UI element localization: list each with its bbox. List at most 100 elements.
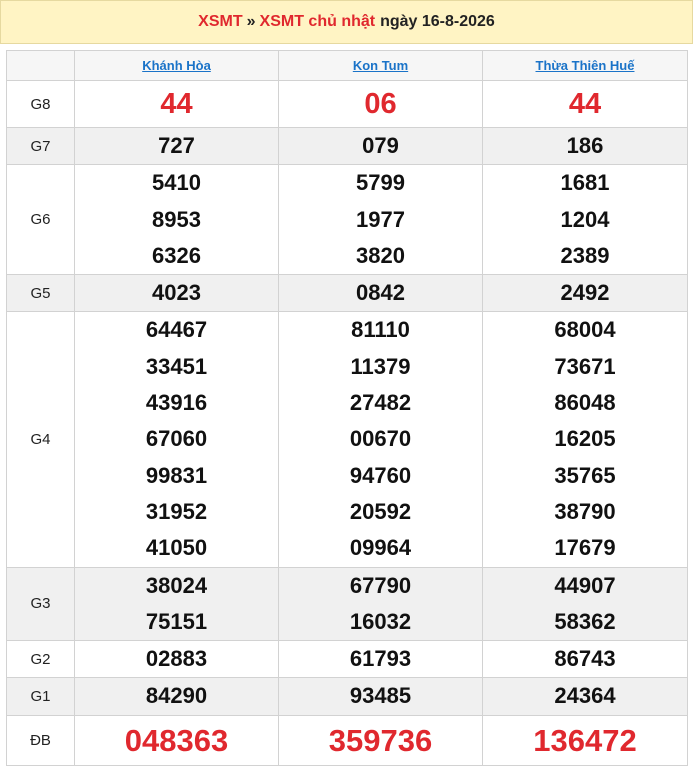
xsmt-link[interactable]: XSMT [198,13,242,31]
prize-number: 5799 [356,170,405,196]
prize-row: G7 727 079 186 [6,126,688,166]
prize-number: 43916 [145,390,208,416]
prize-row: G1 84290 93485 24364 [6,677,688,716]
prize-cell: 68004 73671 86048 16205 35765 38790 17679 [482,311,688,568]
prize-number: 3820 [356,242,405,268]
province-header: Thừa Thiên Huế [482,50,688,81]
prize-row: ĐB 048363 359736 136472 [6,714,688,766]
province-header: Kon Tum [278,50,483,81]
prize-cell: 0842 [278,274,483,313]
prize-number: 1204 [560,206,610,232]
prize-cell: 81110 11379 27482 00670 94760 20592 09964 [278,311,483,568]
prize-number: 16032 [349,608,412,634]
province-header-row: Khánh Hòa Kon Tum Thừa Thiên Huế [6,50,688,81]
prize-cell: 84290 [74,677,279,716]
prize-number: 2492 [560,280,610,306]
corner-cell [6,50,75,81]
prize-number: 06 [364,88,397,120]
prize-number: 41050 [145,535,208,561]
prize-cell: 359736 [278,714,483,766]
prize-cell: 06 [278,80,483,128]
prize-number: 44 [160,88,193,120]
prize-number: 86048 [554,390,616,416]
prize-cell: 1681 1204 2389 [482,164,688,276]
prize-row: G4 64467 33451 43916 67060 99831 31952 41050 811… [6,311,688,568]
prize-number: 31952 [145,498,208,524]
prize-number: 99831 [145,462,208,488]
prize-number: 727 [158,133,195,158]
prize-number: 93485 [349,683,412,709]
prize-label: G8 [6,80,75,128]
prize-cell: 86743 [482,640,688,679]
prize-number: 048363 [124,722,229,758]
prize-label: G7 [6,126,75,166]
prize-number: 38790 [554,498,616,524]
prize-cell: 38024 75151 [74,566,279,642]
prize-cell: 02883 [74,640,279,679]
prize-row: G2 02883 61793 86743 [6,640,688,679]
prize-number: 44907 [554,572,616,598]
prize-number: 27482 [349,390,412,416]
prize-label: ĐB [6,714,75,766]
prize-number: 1681 [560,170,610,196]
prize-number: 84290 [145,683,208,709]
draw-date: ngày 16-8-2026 [380,13,495,30]
prize-number: 8953 [152,206,201,232]
prize-number: 75151 [145,608,208,634]
prize-number: 20592 [349,498,412,524]
prize-number: 11379 [350,353,411,379]
prize-number: 24364 [554,683,616,709]
prize-cell: 079 [278,126,483,166]
prize-cell: 44 [74,80,279,128]
prize-cell: 5410 8953 6326 [74,164,279,276]
prize-cell: 67790 16032 [278,566,483,642]
prize-number: 186 [566,133,604,158]
province-link-thua-thien-hue[interactable]: Thừa Thiên Huế [536,58,635,73]
prize-label: G4 [6,311,75,568]
results-panel: XSMT » XSMT chủ nhật ngày 16-8-2026 Khán… [0,0,693,766]
prize-number: 67060 [145,426,208,452]
prize-cell: 727 [74,126,279,166]
prize-number: 86743 [554,646,616,672]
prize-number: 359736 [328,722,433,758]
prize-cell: 64467 33451 43916 67060 99831 31952 41050 [74,311,279,568]
province-link-kon-tum[interactable]: Kon Tum [353,58,408,73]
prize-cell: 048363 [74,714,279,766]
results-table: Khánh Hòa Kon Tum Thừa Thiên Huế G8 44 06 4… [6,50,688,766]
prize-number: 1977 [356,206,405,232]
prize-row: G8 44 06 44 [6,80,688,128]
province-link-khanh-hoa[interactable]: Khánh Hòa [142,58,211,73]
prize-cell: 24364 [482,677,688,716]
prize-cell: 44907 58362 [482,566,688,642]
prize-number: 68004 [554,317,616,343]
prize-number: 09964 [349,535,412,561]
prize-number: 67790 [349,572,412,598]
prize-label: G6 [6,164,75,276]
prize-number: 61793 [349,646,412,672]
prize-number: 44 [568,88,602,120]
prize-number: 0842 [356,280,405,306]
prize-number: 38024 [145,572,208,598]
prize-number: 58362 [554,608,616,634]
page-title: XSMT » XSMT chủ nhật ngày 16-8-2026 [0,0,693,44]
prize-number: 33451 [145,353,208,379]
prize-row: G3 38024 75151 67790 16032 44907 58362 [6,566,688,642]
prize-cell: 44 [482,80,688,128]
prize-number: 079 [362,133,399,158]
prize-cell: 61793 [278,640,483,679]
prize-number: 81110 [351,317,410,343]
prize-number: 17679 [554,535,616,561]
prize-label: G3 [6,566,75,642]
prize-number: 2389 [560,242,610,268]
prize-number: 35765 [554,462,616,488]
xsmt-sunday-link[interactable]: XSMT chủ nhật [260,13,376,31]
prize-cell: 5799 1977 3820 [278,164,483,276]
prize-label: G2 [6,640,75,679]
prize-number: 73671 [554,353,616,379]
prize-number: 16205 [554,426,616,452]
prize-number: 02883 [145,646,208,672]
prize-cell: 136472 [482,714,688,766]
prize-cell: 2492 [482,274,688,313]
prize-number: 136472 [533,722,637,758]
prize-number: 00670 [349,426,412,452]
